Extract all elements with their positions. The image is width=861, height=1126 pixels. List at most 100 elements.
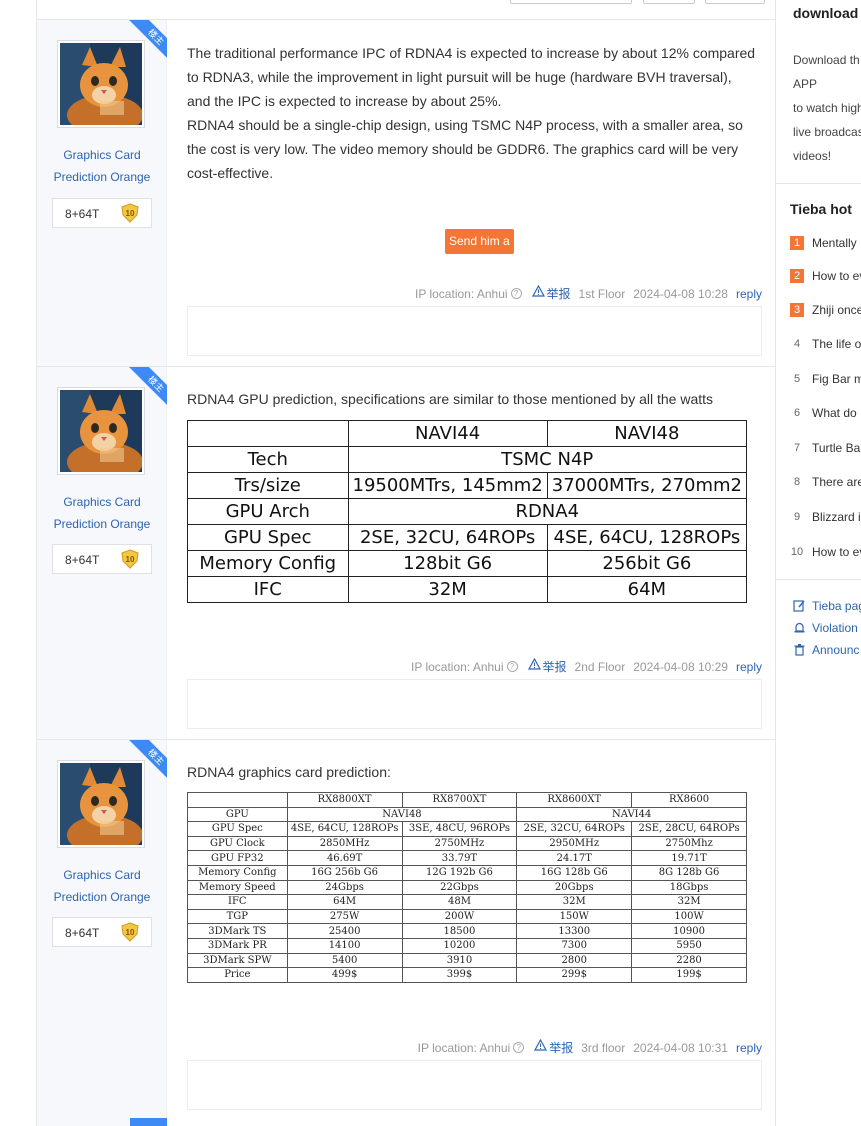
cat-avatar-image — [60, 43, 142, 125]
report-link[interactable]: 举报 — [547, 285, 571, 302]
table-row: GPU NAVI48 NAVI44 — [187, 806, 747, 823]
author-name[interactable]: Graphics Card — [37, 144, 167, 166]
reply-link[interactable]: reply — [736, 1041, 762, 1055]
op-ribbon — [130, 1118, 167, 1126]
table-cell: 2750Mhz — [631, 835, 747, 852]
reply-box[interactable] — [187, 679, 762, 729]
hot-item[interactable]: 8 There are — [790, 473, 861, 493]
warning-icon[interactable] — [531, 285, 545, 297]
table-cell — [187, 792, 288, 808]
header-button[interactable] — [705, 0, 765, 4]
table-cell: 2850MHz — [286, 835, 403, 852]
author-name[interactable]: Graphics Card — [37, 491, 167, 513]
level-badge[interactable]: 8+64T 10 — [52, 198, 152, 228]
author-name[interactable]: Graphics Card — [37, 864, 167, 886]
hot-item[interactable]: 9 Blizzard i — [790, 508, 861, 528]
hot-rank: 10 — [790, 545, 804, 558]
navi-spec-table: NAVI44 NAVI48 Tech TSMC N4P Trs/size 19500M… — [187, 420, 748, 603]
post-floor-1: 楼主 Graphics Card Prediction Orange 8+64T… — [37, 20, 775, 367]
trash-icon — [794, 644, 805, 656]
table-cell: RX8600 — [631, 792, 747, 808]
level-badge[interactable]: 8+64T 10 — [52, 544, 152, 574]
download-line: Download th — [793, 53, 860, 67]
table-cell: NAVI44 — [347, 420, 548, 447]
post-date: 2024-04-08 10:28 — [633, 286, 728, 301]
table-cell: RDNA4 — [347, 498, 747, 525]
hot-item[interactable]: 7 Turtle Ba — [790, 439, 860, 459]
table-cell: Trs/size — [187, 472, 349, 499]
table-cell: 10900 — [631, 923, 747, 939]
help-icon[interactable]: ? — [506, 661, 518, 673]
report-link[interactable]: 举报 — [543, 658, 567, 675]
hot-item[interactable]: 6 What do — [790, 404, 857, 424]
table-cell: 13300 — [516, 923, 633, 939]
rx8000-prediction-table: RX8800XT RX8700XT RX8600XT RX8600 GPU NAVI48… — [187, 792, 747, 983]
table-cell: 3DMark TS — [187, 923, 288, 939]
reply-link[interactable]: reply — [736, 287, 762, 301]
header-button[interactable] — [510, 0, 632, 4]
table-cell: 2950MHz — [516, 835, 633, 852]
reply-box[interactable] — [187, 306, 762, 356]
table-cell: 499$ — [286, 967, 403, 983]
hot-list-title: Tieba hot — [790, 201, 852, 217]
table-cell: 299$ — [516, 967, 633, 983]
author-name[interactable]: Prediction Orange — [37, 886, 167, 908]
table-cell: 5950 — [631, 937, 747, 954]
hot-rank: 3 — [790, 302, 804, 317]
warning-icon[interactable] — [527, 658, 541, 670]
hot-item-title: Turtle Ba — [812, 440, 861, 455]
reply-link[interactable]: reply — [736, 660, 762, 674]
hot-rank: 6 — [793, 406, 801, 419]
help-icon[interactable]: ? — [510, 288, 522, 300]
table-cell: 16G 256b G6 — [286, 864, 403, 881]
avatar[interactable] — [57, 760, 145, 848]
table-cell: 275W — [286, 908, 403, 925]
table-cell: RX8600XT — [516, 792, 633, 808]
table-cell: NAVI44 — [516, 806, 747, 823]
help-icon[interactable]: ? — [513, 1042, 525, 1054]
reply-box[interactable] — [187, 1060, 762, 1110]
table-row: 3DMark SPW 5400 3910 2800 2280 — [187, 952, 747, 969]
sidebar-link-tieba-page[interactable]: Tieba pag — [793, 598, 861, 616]
right-sidebar: download Download th APP to watch high l… — [776, 0, 861, 1126]
level-name: 8+64T — [65, 207, 100, 221]
send-gift-button[interactable]: Send him a — [445, 229, 514, 254]
table-row: Tech TSMC N4P — [187, 446, 747, 473]
hot-item[interactable]: 10 How to ev — [790, 543, 861, 563]
alarm-icon — [794, 623, 805, 633]
sidebar-link-violation[interactable]: Violation — [793, 620, 858, 638]
table-cell: GPU Spec — [187, 524, 349, 551]
table-row: IFC 64M 48M 32M 32M — [187, 894, 747, 910]
author-name[interactable]: Prediction Orange — [37, 166, 167, 188]
table-cell: 399$ — [401, 967, 518, 983]
avatar[interactable] — [57, 40, 145, 128]
hot-item[interactable]: 3 Zhiji once — [790, 301, 861, 321]
header-button[interactable] — [643, 0, 695, 4]
hot-item-title: How to ev — [812, 268, 861, 283]
sidebar-link-announcement[interactable]: Announc — [793, 642, 859, 660]
hot-item[interactable]: 4 The life o — [790, 335, 861, 355]
level-shield-icon: 10 — [121, 203, 139, 223]
table-cell: Memory Config — [187, 864, 288, 881]
floor-label: 2nd Floor — [574, 659, 626, 674]
post-paragraph: The traditional performance IPC of RDNA4… — [187, 45, 756, 109]
hot-item-title: Mentally — [812, 235, 857, 250]
post-date: 2024-04-08 10:29 — [633, 659, 728, 674]
table-row: TGP 275W 200W 150W 100W — [187, 908, 747, 925]
thread-header-strip — [37, 0, 775, 20]
avatar[interactable] — [57, 387, 145, 475]
warning-icon[interactable] — [534, 1039, 548, 1051]
table-cell: 5400 — [286, 952, 403, 969]
table-cell: 12G 192b G6 — [401, 864, 518, 881]
hot-item[interactable]: 2 How to ev — [790, 267, 861, 287]
hot-item[interactable]: 5 Fig Bar m — [790, 370, 861, 390]
author-name[interactable]: Prediction Orange — [37, 513, 167, 535]
post-paragraph: RDNA4 should be a single-chip design, us… — [187, 117, 743, 181]
level-badge[interactable]: 8+64T 10 — [52, 917, 152, 947]
table-cell: RX8800XT — [286, 792, 403, 808]
table-row: IFC 32M 64M — [187, 576, 748, 603]
table-cell: GPU Arch — [187, 498, 349, 525]
hot-item[interactable]: 1 Mentally — [790, 234, 857, 254]
table-row: GPU FP32 46.69T 33.79T 24.17T 19.71T — [187, 850, 747, 866]
report-link[interactable]: 举报 — [549, 1039, 573, 1056]
